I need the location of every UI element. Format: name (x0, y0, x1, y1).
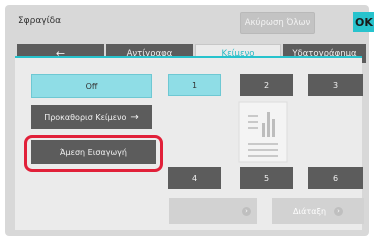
off-button[interactable]: Off (31, 74, 152, 98)
position-2-button[interactable]: 2 (240, 74, 293, 96)
layout-button[interactable]: Διάταξη › (272, 198, 364, 224)
ok-button[interactable]: OK (353, 12, 374, 32)
arrow-right-icon: → (130, 111, 139, 123)
position-5-button[interactable]: 5 (240, 167, 293, 189)
position-3-button[interactable]: 3 (308, 74, 363, 96)
preset-text-button[interactable]: Προκαθορισ Κείμενο → (31, 105, 152, 129)
position-1-button[interactable]: 1 (168, 74, 221, 96)
position-4-button[interactable]: 4 (168, 167, 221, 189)
unlabeled-disabled-button[interactable]: › (169, 198, 257, 224)
layout-label: Διάταξη (292, 206, 327, 216)
page-title: Σφραγίδα (18, 16, 62, 26)
chevron-right-icon: › (242, 206, 251, 216)
selection-highlight (24, 135, 163, 172)
cancel-all-button[interactable]: Ακύρωση Όλων (240, 12, 315, 34)
document-preview-icon (238, 101, 288, 163)
preset-text-label: Προκαθορισ Κείμενο (44, 112, 127, 122)
chevron-right-icon: › (334, 206, 344, 216)
position-6-button[interactable]: 6 (308, 167, 363, 189)
